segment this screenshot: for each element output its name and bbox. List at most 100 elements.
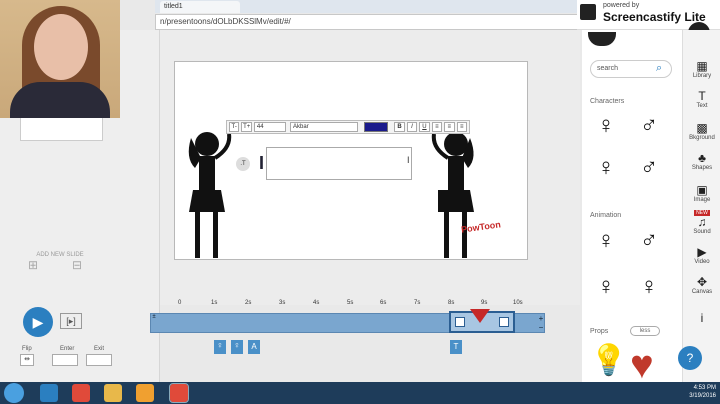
italic-button[interactable]: I: [406, 122, 418, 132]
characters-section-title: Characters: [590, 98, 625, 105]
underline-button[interactable]: U: [419, 122, 430, 132]
text-size-up-button[interactable]: T+: [241, 122, 252, 132]
timeline-plus-minus-icon[interactable]: + −: [537, 314, 545, 332]
sound-button[interactable]: NEW ♫ Sound: [683, 210, 720, 235]
timeline-zoom-icon[interactable]: ±: [150, 314, 158, 332]
text-format-toolbar: T- T+ 44 Akbar B I U ≡ ≡ ≡: [226, 120, 470, 134]
tick-label: 9s: [481, 300, 488, 306]
add-slide-icon[interactable]: ⊞: [28, 258, 38, 272]
tick-label: 5s: [347, 300, 354, 306]
handle-left-grip[interactable]: [455, 317, 465, 327]
character-thumb[interactable]: ♀: [597, 113, 615, 139]
canvas-button[interactable]: ✥ Canvas: [683, 275, 720, 296]
url-text: n/presentoons/dOLbDKSSlMv/edit/#/: [160, 17, 291, 26]
text-color-swatch[interactable]: [363, 122, 389, 132]
video-label: Video: [694, 259, 710, 265]
internet-explorer-icon[interactable]: [40, 384, 58, 402]
info-button[interactable]: i: [683, 312, 720, 325]
lightbulb-prop[interactable]: 💡: [590, 344, 627, 378]
less-label: less: [639, 328, 651, 334]
sound-label: Sound: [693, 229, 711, 235]
less-toggle[interactable]: less: [630, 326, 660, 336]
animation-thumb[interactable]: ♀: [597, 228, 615, 254]
timeline-character-icon[interactable]: ♀: [214, 340, 226, 354]
timeline-text-object-icon[interactable]: T: [450, 340, 462, 354]
text-size-down-button[interactable]: T-: [229, 122, 240, 132]
enter-effect-button[interactable]: [52, 354, 78, 366]
align-center-icon[interactable]: ≡: [444, 122, 455, 132]
chrome-icon[interactable]: [72, 384, 90, 402]
slide-thumbnail[interactable]: [20, 117, 103, 141]
font-family-select[interactable]: Akbar: [290, 122, 358, 132]
animation-thumb[interactable]: ♀: [597, 274, 615, 300]
tick-label: 1s: [211, 300, 218, 306]
mouse-cursor-icon: I: [407, 155, 410, 165]
help-chat-icon[interactable]: ?: [678, 346, 702, 370]
character-left[interactable]: [181, 128, 233, 260]
tool-icon-bar: ▦ Library T Text ▩ Bkground ♣ Shapes ▣ Image …: [678, 30, 720, 382]
exit-label: Exit: [94, 346, 105, 352]
powered-by-text: powered by: [603, 2, 640, 9]
media-player-icon[interactable]: [136, 384, 154, 402]
text-box[interactable]: [266, 147, 412, 180]
screencastify-name: Screencastify Lite: [603, 10, 706, 24]
video-icon: ▶: [697, 245, 707, 259]
library-label: Library: [692, 73, 712, 79]
align-right-icon[interactable]: ≡: [456, 122, 467, 132]
text-button[interactable]: T Text: [683, 90, 720, 110]
search-icon[interactable]: ⌕: [656, 62, 662, 75]
background-button[interactable]: ▩ Bkground: [683, 122, 720, 142]
webcam-overlay: [0, 0, 120, 118]
timeline-character-icon[interactable]: ♀: [231, 340, 243, 354]
canvas-icon: ✥: [696, 275, 708, 289]
text-type-badge[interactable]: .T: [236, 157, 250, 171]
image-icon: ▣: [696, 183, 708, 197]
character-thumb[interactable]: ♀: [597, 155, 615, 181]
play-button[interactable]: ▶: [23, 307, 53, 337]
font-size-select[interactable]: 44: [253, 122, 287, 132]
tick-label: 4s: [313, 300, 320, 306]
props-section-title: Props: [590, 328, 609, 335]
start-button-icon[interactable]: [4, 383, 24, 403]
search-placeholder: search: [597, 65, 619, 72]
chrome-active-icon[interactable]: [169, 383, 189, 403]
background-label: Bkground: [689, 135, 715, 141]
tick-label: 7s: [414, 300, 421, 306]
library-button[interactable]: ▦ Library: [683, 59, 720, 80]
font-size-value: 44: [256, 124, 264, 130]
animation-thumb[interactable]: ♂: [640, 228, 658, 254]
align-left-icon[interactable]: ≡: [431, 122, 443, 132]
character-thumb[interactable]: ♂: [640, 155, 658, 181]
webcam-person-body: [10, 82, 110, 118]
heart-prop[interactable]: ♥: [630, 345, 654, 385]
clock-time: 4:53 PM: [693, 385, 716, 391]
handle-right-grip[interactable]: [499, 317, 509, 327]
playhead-marker[interactable]: [470, 309, 490, 323]
animation-section-title: Animation: [590, 212, 622, 219]
exit-effect-button[interactable]: [86, 354, 112, 366]
tick-label: 10s: [513, 300, 523, 306]
image-button[interactable]: ▣ Image: [683, 183, 720, 204]
browser-tab[interactable]: titled1: [160, 1, 240, 13]
timeline-text-icon[interactable]: A: [248, 340, 260, 354]
film-icon: [580, 4, 596, 20]
fullscreen-button[interactable]: [▸]: [60, 313, 82, 329]
bold-button[interactable]: B: [394, 122, 405, 132]
webcam-person-face: [34, 14, 88, 80]
text-label: Text: [696, 103, 708, 109]
shapes-label: Shapes: [691, 165, 713, 171]
animation-thumb[interactable]: ♀: [640, 274, 658, 300]
shapes-button[interactable]: ♣ Shapes: [683, 152, 720, 172]
add-slide-copy-icon[interactable]: ⊟: [72, 258, 82, 272]
character-right[interactable]: [430, 128, 482, 260]
flip-icon[interactable]: ⇹: [20, 354, 34, 366]
file-explorer-icon[interactable]: [104, 384, 122, 402]
enter-label: Enter: [60, 346, 75, 352]
address-bar[interactable]: n/presentoons/dOLbDKSSlMv/edit/#/: [155, 14, 580, 30]
font-name-value: Akbar: [293, 124, 309, 130]
library-icon: ▦: [696, 59, 708, 73]
video-button[interactable]: ▶ Video: [683, 245, 720, 266]
character-thumb[interactable]: ♂: [640, 113, 658, 139]
flip-label: Flip: [22, 346, 32, 352]
tick-label: 2s: [245, 300, 252, 306]
